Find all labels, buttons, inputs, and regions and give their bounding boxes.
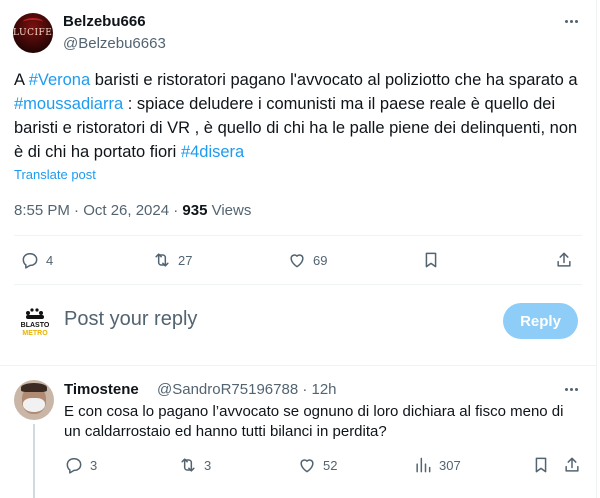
reply-count: 4	[46, 252, 54, 268]
like-count: 69	[313, 252, 328, 268]
like-icon	[290, 254, 304, 268]
more-icon[interactable]	[562, 380, 580, 398]
reply-input[interactable]: Post your reply	[64, 308, 197, 331]
views-count: 307	[439, 457, 461, 473]
reply-text: E con cosa lo pagano l’avvocato se ognun…	[64, 403, 564, 440]
repost-icon	[181, 458, 195, 472]
tweet-timestamp[interactable]: 8:55 PM · Oct 26, 2024 ·	[14, 202, 182, 219]
repost-icon	[155, 253, 169, 267]
avatar-horns-decoration	[23, 18, 43, 26]
reply-icon	[66, 458, 82, 474]
reply-action[interactable]: 3	[64, 455, 97, 475]
translate-post-link[interactable]: Translate post	[14, 167, 96, 182]
share-action[interactable]	[554, 250, 574, 270]
hashtag-link[interactable]: #moussadiarra	[14, 95, 123, 113]
more-icon[interactable]	[562, 12, 580, 30]
avatar-mask	[23, 398, 45, 412]
views-label: Views	[207, 202, 252, 219]
divider	[14, 235, 582, 236]
logo-text-top: BLASTO	[21, 322, 50, 329]
author-display-name[interactable]: Belzebu666	[63, 13, 146, 30]
composer-avatar[interactable]: BLASTO METRO	[18, 305, 52, 339]
avatar[interactable]: LUCIFER	[13, 13, 53, 53]
hashtag-link[interactable]: #4disera	[181, 143, 244, 161]
blasto-metro-logo: BLASTO METRO	[18, 305, 52, 339]
reply-avatar[interactable]	[14, 380, 54, 420]
repost-action[interactable]: 3	[178, 455, 211, 475]
bookmark-icon	[425, 252, 437, 268]
tweet-text-part: A	[14, 71, 29, 89]
tweet-text: A #Verona baristi e ristoratori pagano l…	[14, 68, 586, 164]
like-action[interactable]: 69	[287, 250, 327, 270]
avatar-logo-text: LUCIFER	[13, 28, 53, 38]
hashtag-link[interactable]: #Verona	[29, 71, 90, 89]
share-action[interactable]	[562, 455, 582, 475]
reply-author-name[interactable]: Timostene	[64, 381, 139, 398]
repost-count: 27	[178, 252, 193, 268]
like-action[interactable]: 52	[297, 455, 337, 475]
repost-count: 3	[204, 457, 212, 473]
reply-icon	[22, 253, 38, 269]
bookmark-action[interactable]	[531, 455, 551, 475]
reply-button[interactable]: Reply	[503, 303, 578, 339]
reply-action[interactable]: 4	[20, 250, 53, 270]
tweet-text-part: baristi e ristoratori pagano l'avvocato …	[90, 71, 578, 89]
logo-text-bottom: METRO	[22, 330, 48, 337]
author-handle[interactable]: @Belzebu6663	[63, 35, 166, 52]
tweet-detail-view: LUCIFER Belzebu666 @Belzebu6663 A #Veron…	[0, 0, 597, 498]
divider	[14, 284, 582, 285]
tweet-meta: 8:55 PM · Oct 26, 2024 · 935 Views	[14, 202, 251, 219]
like-count: 52	[323, 457, 338, 473]
reply-count: 3	[90, 457, 98, 473]
views-icon	[416, 457, 431, 473]
share-icon	[565, 457, 579, 472]
views-count: 935	[182, 202, 208, 219]
divider	[0, 365, 597, 366]
reply-author-handle[interactable]: @SandroR75196788 · 12h	[157, 381, 337, 398]
repost-action[interactable]: 27	[152, 250, 192, 270]
bookmark-action[interactable]	[421, 250, 441, 270]
bookmark-icon	[535, 457, 547, 473]
avatar-hair	[21, 383, 47, 392]
views-action[interactable]: 307	[413, 455, 461, 475]
thread-line	[33, 424, 35, 498]
like-icon	[300, 459, 314, 473]
share-icon	[557, 252, 571, 267]
